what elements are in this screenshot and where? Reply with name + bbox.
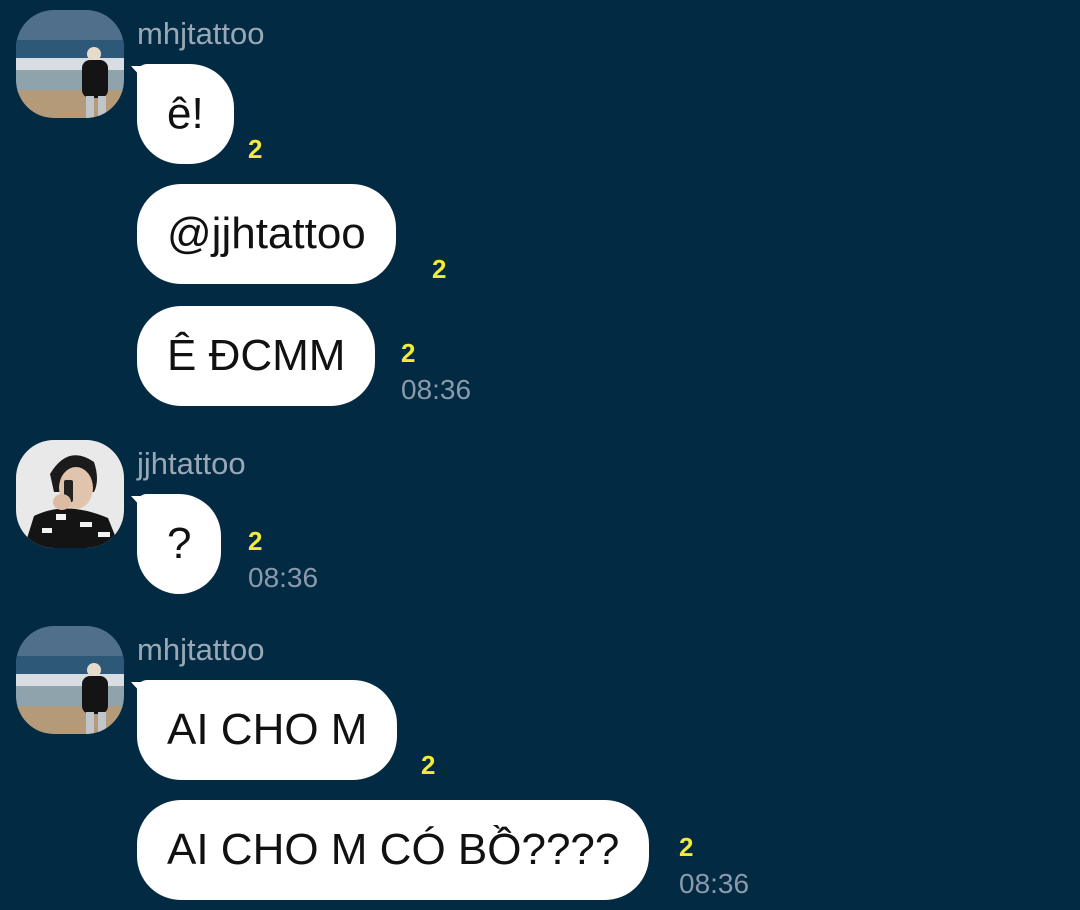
sender-avatar[interactable] xyxy=(16,440,124,548)
message-bubble[interactable]: @jjhtattoo xyxy=(137,184,396,284)
unread-count: 2 xyxy=(679,832,694,862)
unread-count: 2 xyxy=(248,526,263,556)
sender-name: mhjtattoo xyxy=(137,16,265,51)
message-bubble[interactable]: ê! xyxy=(137,64,234,164)
message-bubble[interactable]: AI CHO M xyxy=(137,680,398,780)
message-bubble[interactable]: ? xyxy=(137,494,222,594)
beach-avatar-image xyxy=(16,10,124,118)
chat-view: mhjtattoo ê! 2 @jjhtattoo 2 Ê ĐCMM 2 08:… xyxy=(0,0,1080,910)
sender-avatar[interactable] xyxy=(16,10,124,118)
unread-count: 2 xyxy=(432,254,447,284)
unread-count: 2 xyxy=(248,134,263,164)
beach-avatar-image xyxy=(16,626,124,734)
sender-avatar[interactable] xyxy=(16,626,124,734)
message-bubble[interactable]: AI CHO M CÓ BỒ???? xyxy=(137,800,650,900)
message-time: 08:36 xyxy=(679,868,750,899)
sender-name: jjhtattoo xyxy=(137,446,246,481)
message-time: 08:36 xyxy=(248,562,319,593)
unread-count: 2 xyxy=(401,338,416,368)
sender-name: mhjtattoo xyxy=(137,632,265,667)
message-bubble[interactable]: Ê ĐCMM xyxy=(137,306,376,406)
message-time: 08:36 xyxy=(401,374,472,405)
phone-call-avatar-image xyxy=(16,440,124,548)
unread-count: 2 xyxy=(421,750,436,780)
